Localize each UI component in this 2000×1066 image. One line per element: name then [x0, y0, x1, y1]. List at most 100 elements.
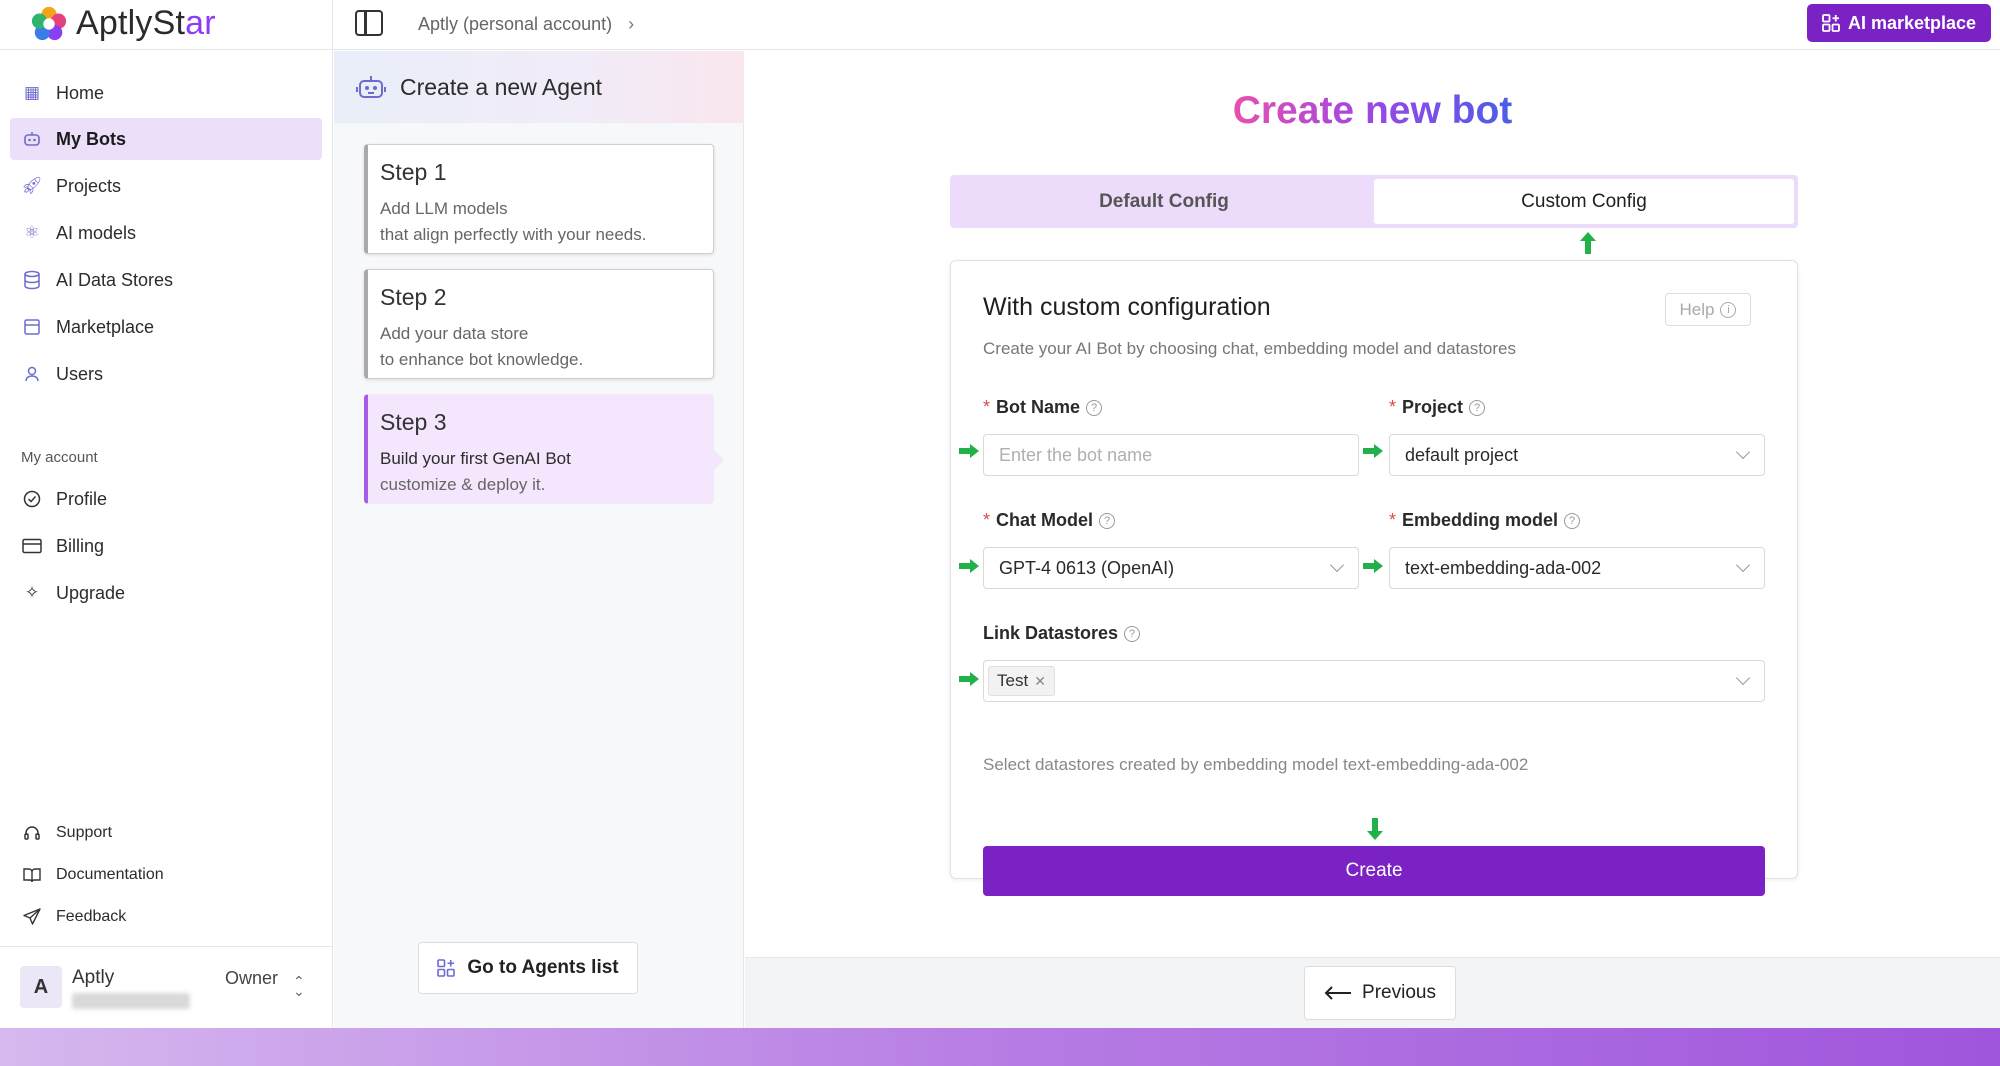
sidebar-item-label: Feedback	[56, 908, 127, 925]
home-icon: ▦	[23, 83, 41, 102]
sidebar-item-label: AI models	[56, 222, 137, 243]
bot-name-input[interactable]: Enter the bot name	[983, 434, 1359, 476]
sidebar-item-label: Users	[56, 363, 104, 384]
sidebar-item-projects[interactable]: 🚀︎ Projects	[10, 165, 322, 207]
green-arrow-down-icon	[1367, 818, 1383, 840]
info-icon: i	[1720, 301, 1737, 318]
breadcrumb-account[interactable]: Aptly (personal account)	[418, 14, 612, 35]
card-icon	[22, 536, 42, 556]
wizard-title: Create a new Agent	[400, 73, 603, 100]
send-icon	[22, 907, 42, 927]
close-icon[interactable]: ✕	[1034, 673, 1046, 690]
bot-name-label: * Bot Name ?	[983, 397, 1103, 418]
avatar[interactable]: A	[20, 966, 62, 1008]
sidebar-item-support[interactable]: Support	[22, 823, 112, 843]
datastores-multiselect[interactable]: Test ✕	[983, 660, 1765, 702]
rocket-icon: 🚀︎	[21, 176, 43, 195]
go-to-agents-button[interactable]: Go to Agents list	[418, 942, 638, 994]
step-title: Step 2	[380, 284, 447, 310]
sidebar: ▦ Home My Bots 🚀︎ Projects ⚛ AI models A…	[0, 51, 333, 1028]
sidebar-item-ai-models[interactable]: ⚛ AI models	[10, 212, 322, 254]
project-select[interactable]: default project	[1389, 434, 1765, 476]
sidebar-item-label: Marketplace	[56, 316, 155, 337]
step-desc-line1: Add LLM models	[380, 199, 508, 218]
sidebar-toggle-icon[interactable]	[355, 10, 383, 36]
question-icon[interactable]: ?	[1124, 625, 1141, 642]
question-icon[interactable]: ?	[1099, 512, 1116, 529]
ai-marketplace-label: AI marketplace	[1847, 12, 1977, 33]
card-subtitle: Create your AI Bot by choosing chat, emb…	[983, 339, 1516, 358]
sidebar-item-label: AI Data Stores	[56, 269, 174, 290]
sidebar-item-feedback[interactable]: Feedback	[22, 907, 126, 927]
chevron-down-icon	[1735, 670, 1751, 686]
help-button[interactable]: Help i	[1665, 293, 1751, 326]
question-icon[interactable]: ?	[1564, 512, 1581, 529]
sidebar-item-profile[interactable]: Profile	[10, 478, 322, 520]
question-icon[interactable]: ?	[1469, 399, 1486, 416]
tab-default-config[interactable]: Default Config	[954, 179, 1374, 224]
step-title: Step 3	[380, 409, 447, 435]
sidebar-item-home[interactable]: ▦ Home	[10, 72, 322, 114]
wizard-footer: Previous	[745, 957, 2000, 1028]
config-tabs: Default Config Custom Config	[950, 175, 1798, 228]
embedding-model-select[interactable]: text-embedding-ada-002	[1389, 547, 1765, 589]
green-arrow-right-icon	[959, 444, 979, 458]
step-desc-line2: customize & deploy it.	[380, 475, 546, 494]
headset-icon	[22, 823, 42, 843]
active-step-pointer	[714, 450, 724, 470]
required-mark: *	[983, 510, 991, 530]
page-title: Create new bot	[1232, 89, 1513, 132]
profile-check-icon	[22, 489, 42, 509]
database-icon	[22, 270, 42, 290]
logo-text: AptlySt	[76, 4, 186, 42]
create-button[interactable]: Create	[983, 846, 1765, 896]
ai-marketplace-button[interactable]: AI marketplace	[1807, 4, 1991, 42]
project-label: * Project ?	[1389, 397, 1486, 418]
sparkle-icon: ✧	[24, 583, 40, 602]
sidebar-item-my-bots[interactable]: My Bots	[10, 118, 322, 160]
breadcrumb[interactable]: Aptly (personal account) ›	[418, 14, 634, 35]
sidebar-item-billing[interactable]: Billing	[10, 525, 322, 567]
sidebar-item-upgrade[interactable]: ✧ Upgrade	[10, 572, 322, 614]
green-arrow-right-icon	[1363, 444, 1383, 458]
datastores-hint: Select datastores created by embedding m…	[983, 755, 1529, 774]
wizard-header: Create a new Agent	[334, 51, 744, 123]
step-desc-line2: that align perfectly with your needs.	[380, 225, 647, 244]
datastore-tag: Test ✕	[988, 666, 1055, 696]
sidebar-item-label: Home	[56, 82, 105, 103]
logo-text-accent: ar	[185, 4, 216, 42]
book-icon	[22, 865, 42, 885]
wizard-step-1[interactable]: Step 1 Add LLM models that align perfect…	[364, 144, 714, 254]
user-role: Owner	[225, 968, 279, 988]
topbar-divider	[332, 0, 333, 50]
embedding-model-value: text-embedding-ada-002	[1405, 557, 1602, 578]
sidebar-item-label: Documentation	[56, 866, 164, 883]
tab-custom-config[interactable]: Custom Config	[1374, 179, 1794, 224]
aptlystar-logo[interactable]: AptlyStar	[30, 4, 216, 43]
sidebar-item-documentation[interactable]: Documentation	[22, 865, 164, 885]
grid-plus-icon	[1822, 14, 1840, 32]
step-desc-line2: to enhance bot knowledge.	[380, 350, 584, 369]
chevron-down-icon	[1735, 444, 1751, 460]
chat-model-select[interactable]: GPT-4 0613 (OpenAI)	[983, 547, 1359, 589]
green-arrow-right-icon	[1363, 559, 1383, 573]
sidebar-item-users[interactable]: Users	[10, 353, 322, 395]
chevron-up-down-icon[interactable]: ⌃ ⌄	[293, 974, 305, 998]
chevron-down-icon	[1329, 557, 1345, 573]
green-arrow-right-icon	[959, 559, 979, 573]
question-icon[interactable]: ?	[1086, 399, 1103, 416]
sidebar-item-label: Profile	[56, 488, 108, 509]
sidebar-item-marketplace[interactable]: Marketplace	[10, 306, 322, 348]
wizard-step-2[interactable]: Step 2 Add your data store to enhance bo…	[364, 269, 714, 379]
user-name: Aptly	[72, 967, 115, 988]
card-title: With custom configuration	[983, 293, 1271, 321]
sidebar-item-label: My Bots	[56, 128, 127, 149]
arrow-left-icon	[1324, 986, 1352, 1000]
user-divider	[0, 946, 333, 947]
logo-mark-icon	[31, 6, 67, 40]
previous-button[interactable]: Previous	[1304, 966, 1456, 1020]
custom-config-card: With custom configuration Help i Create …	[950, 260, 1798, 896]
wizard-step-3[interactable]: Step 3 Build your first GenAI Bot custom…	[364, 394, 714, 504]
sidebar-item-ai-data-stores[interactable]: AI Data Stores	[10, 259, 322, 301]
bot-icon	[22, 129, 42, 149]
